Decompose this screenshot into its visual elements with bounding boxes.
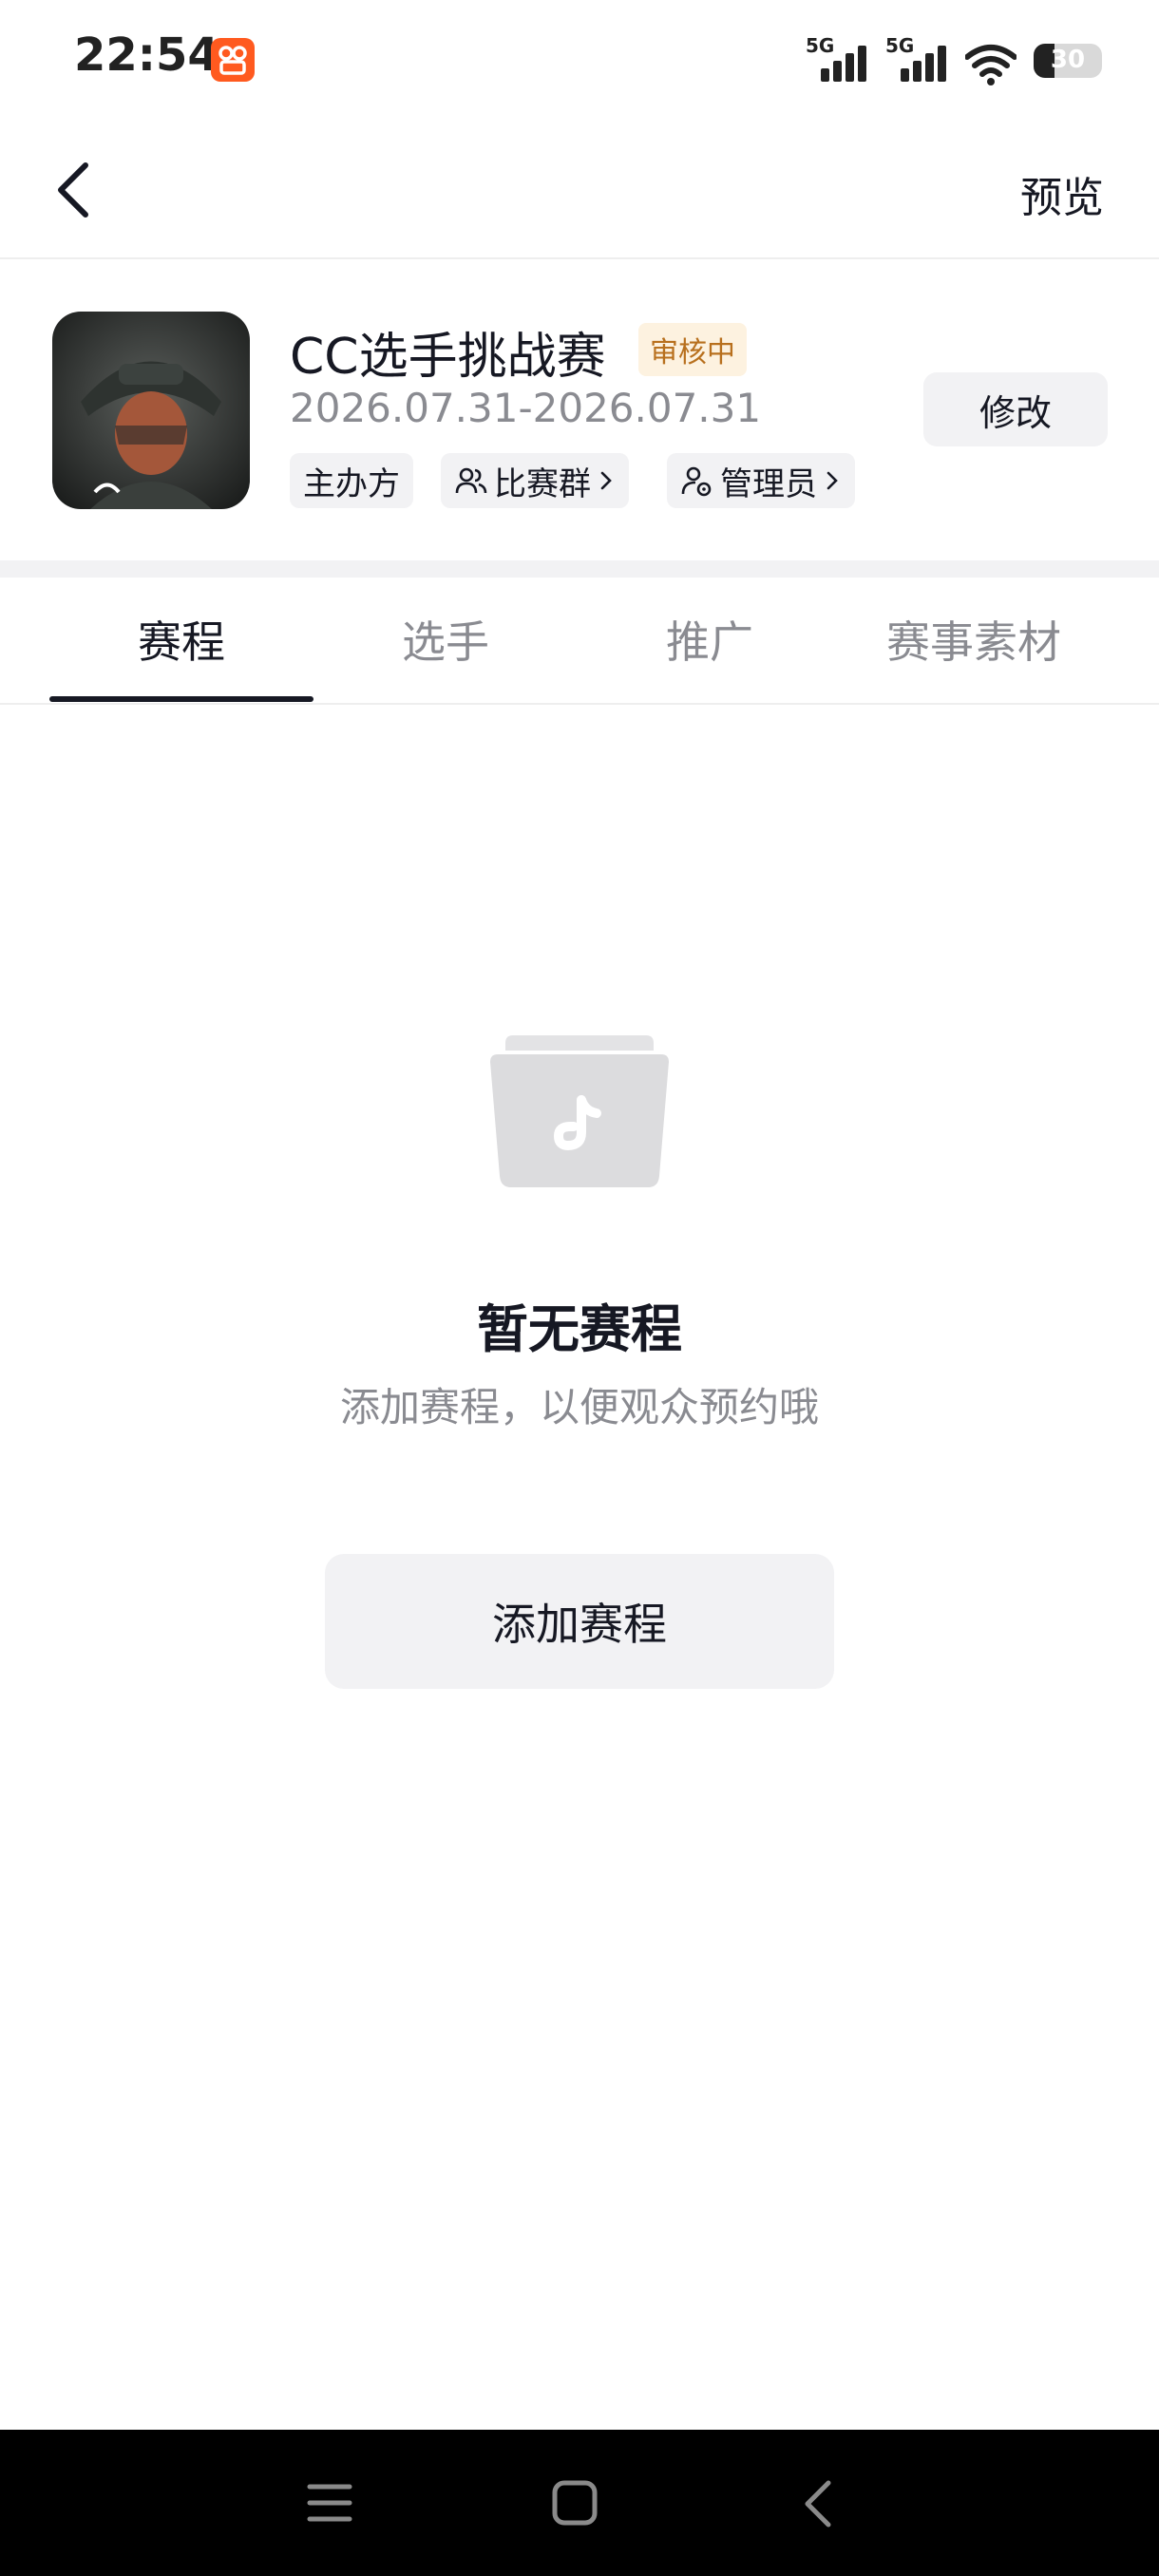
event-cover-image[interactable]: [52, 312, 250, 509]
admin-chip[interactable]: 管理员: [667, 453, 855, 508]
network-type-label: 5G: [806, 34, 835, 57]
section-divider: [0, 560, 1159, 578]
event-title: CC选手挑战赛: [290, 329, 606, 386]
chevron-right-icon: [826, 471, 838, 490]
add-schedule-button[interactable]: 添加赛程: [325, 1554, 834, 1689]
admin-icon: [681, 466, 712, 497]
tab-schedule[interactable]: 赛程: [49, 608, 314, 671]
header-divider: [0, 257, 1159, 259]
tab-materials[interactable]: 赛事素材: [842, 608, 1106, 671]
status-time: 22:54: [74, 28, 219, 82]
wifi-icon: [965, 45, 1016, 85]
status-icons: 5G 5G 30: [806, 32, 1102, 85]
users-icon: [455, 467, 487, 494]
tab-players[interactable]: 选手: [314, 608, 578, 671]
organizer-label: 主办方: [303, 464, 400, 503]
menu-icon[interactable]: [306, 2481, 353, 2525]
organizer-chip[interactable]: 主办方: [290, 453, 413, 508]
battery-icon: 30: [1034, 44, 1102, 78]
review-status-badge: 审核中: [638, 323, 747, 376]
back-button[interactable]: [46, 152, 103, 228]
group-label: 比赛群: [494, 464, 591, 503]
group-chip[interactable]: 比赛群: [441, 453, 629, 508]
preview-button[interactable]: 预览: [1020, 163, 1104, 224]
active-tab-indicator: [49, 696, 314, 702]
system-nav-bar: [0, 2430, 1159, 2576]
tabs-divider: [0, 703, 1159, 705]
battery-level: 30: [1050, 46, 1086, 74]
signal-icon: 5G: [806, 34, 868, 85]
app-notification-icon: [211, 38, 255, 82]
status-bar: 22:54 5G 5G 30: [0, 0, 1159, 123]
edit-button[interactable]: 修改: [923, 372, 1108, 446]
event-dates: 2026.07.31-2026.07.31: [290, 385, 762, 431]
network-type-label: 5G: [885, 34, 915, 57]
tab-promotion[interactable]: 推广: [578, 608, 842, 671]
back-icon[interactable]: [800, 2477, 838, 2530]
chevron-left-icon: [58, 162, 88, 218]
admin-label: 管理员: [720, 464, 817, 503]
empty-state-title: 暂无赛程: [477, 1299, 682, 1359]
empty-folder-music-icon: [486, 1033, 673, 1189]
chevron-right-icon: [600, 471, 612, 490]
signal-icon: 5G: [885, 34, 948, 85]
empty-state-subtitle: 添加赛程，以便观众预约哦: [339, 1384, 819, 1430]
home-icon[interactable]: [551, 2479, 598, 2527]
